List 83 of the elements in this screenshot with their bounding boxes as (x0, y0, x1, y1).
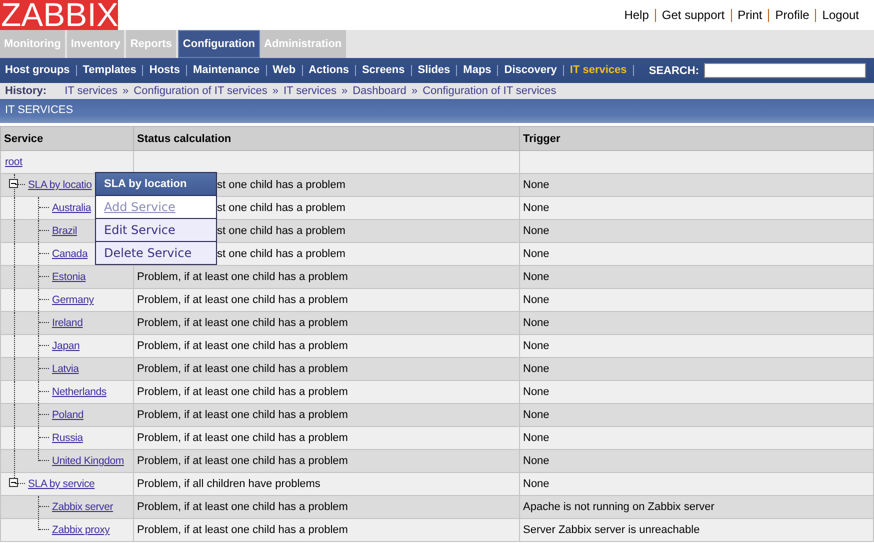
breadcrumb-separator: » (411, 85, 418, 97)
service-link[interactable]: Canada (52, 248, 88, 260)
trigger-text: Apache is not running on Zabbix server (523, 501, 714, 513)
submenu-link[interactable]: Web (266, 65, 303, 76)
menu-title: SLA by location (96, 173, 216, 195)
status-text: Problem, if at least one child has a problem (137, 340, 348, 352)
status-text: Problem, if all children have problems (137, 478, 320, 490)
page-title: IT SERVICES (0, 99, 874, 123)
service-link[interactable]: Latvia (52, 363, 79, 375)
main-tab[interactable]: Configuration (178, 30, 260, 58)
column-header: Trigger (520, 126, 874, 150)
service-link[interactable]: root (5, 156, 22, 168)
breadcrumb-separator: » (122, 85, 129, 97)
trigger-text: None (523, 271, 550, 283)
history-label: History: (5, 85, 47, 97)
service-link[interactable]: Poland (52, 409, 84, 421)
trigger-text: Server Zabbix server is unreachable (523, 524, 700, 536)
header-link[interactable]: Print (730, 9, 768, 22)
trigger-text: None (523, 478, 550, 490)
trigger-text: None (523, 202, 550, 214)
submenu-link[interactable]: Discovery (498, 65, 564, 76)
history-link[interactable]: IT services (64, 85, 118, 97)
service-link[interactable]: Brazil (52, 225, 78, 237)
trigger-text: None (523, 317, 550, 329)
service-link[interactable]: Russia (52, 432, 83, 444)
trigger-text: None (523, 409, 550, 421)
collapse-icon[interactable] (9, 478, 18, 487)
status-text: st one child has a problem (217, 225, 346, 237)
trigger-text: None (523, 294, 550, 306)
trigger-text: None (523, 179, 550, 191)
search-field[interactable] (704, 63, 866, 78)
collapse-icon[interactable] (9, 179, 18, 188)
history-link[interactable]: Dashboard (352, 85, 406, 97)
submenu-link[interactable]: Actions (302, 65, 356, 76)
status-text: st one child has a problem (217, 248, 346, 260)
status-text: Problem, if at least one child has a problem (137, 386, 348, 398)
trigger-text: None (523, 386, 550, 398)
search-label: SEARCH: (648, 64, 699, 76)
status-text: Problem, if at least one child has a problem (137, 294, 348, 306)
history-link[interactable]: IT services (284, 85, 336, 97)
header-link[interactable]: Help (618, 9, 655, 22)
service-link[interactable]: Japan (52, 340, 80, 352)
submenu-link[interactable]: Host groups (5, 65, 77, 76)
history-link[interactable]: Configuration of IT services (134, 85, 268, 97)
submenu-link[interactable]: Maintenance (186, 65, 267, 76)
service-link[interactable]: Ireland (52, 317, 83, 329)
column-header: Status calculation (134, 126, 520, 150)
trigger-text: None (523, 432, 550, 444)
header-link[interactable]: Logout (815, 9, 865, 22)
trigger-text: None (523, 363, 550, 375)
status-text: Problem, if at least one child has a problem (137, 409, 348, 421)
service-link[interactable]: SLA by locatio (28, 179, 92, 191)
submenu-link[interactable]: Templates (76, 65, 144, 76)
status-text: Problem, if at least one child has a problem (137, 432, 348, 444)
service-link[interactable]: Australia (52, 202, 92, 214)
trigger-text: None (523, 248, 550, 260)
status-text: Problem, if at least one child has a problem (137, 363, 348, 375)
header-link[interactable]: Get support (654, 9, 731, 22)
menu-item[interactable]: Delete Service (96, 241, 216, 264)
column-header: Service (0, 126, 134, 150)
status-text: st one child has a problem (217, 202, 346, 214)
status-text: Problem, if at least one child has a problem (137, 271, 348, 283)
status-text: Problem, if at least one child has a problem (137, 455, 348, 467)
status-text: Problem, if at least one child has a problem (137, 317, 348, 329)
history-link[interactable]: Configuration of IT services (422, 85, 556, 97)
trigger-text: None (523, 340, 550, 352)
submenu-link[interactable]: Slides (412, 65, 458, 76)
status-text: Problem, if at least one child has a problem (137, 501, 348, 513)
header-link[interactable]: Profile (768, 9, 816, 22)
trigger-text: None (523, 225, 550, 237)
service-link[interactable]: Estonia (52, 271, 86, 283)
menu-item[interactable]: Edit Service (96, 218, 216, 241)
breadcrumb-separator: » (341, 85, 348, 97)
logo: ZABBIX (0, 0, 118, 30)
status-text: st one child has a problem (217, 179, 346, 191)
breadcrumb-separator: » (272, 85, 278, 97)
submenu-link[interactable]: Maps (457, 65, 498, 76)
submenu-link[interactable]: IT services (564, 65, 634, 76)
submenu-link[interactable]: Screens (356, 65, 412, 76)
service-link[interactable]: Germany (52, 294, 94, 306)
trigger-text: None (523, 455, 550, 467)
status-text: Problem, if at least one child has a problem (137, 524, 348, 536)
submenu-link[interactable]: Hosts (143, 65, 187, 76)
